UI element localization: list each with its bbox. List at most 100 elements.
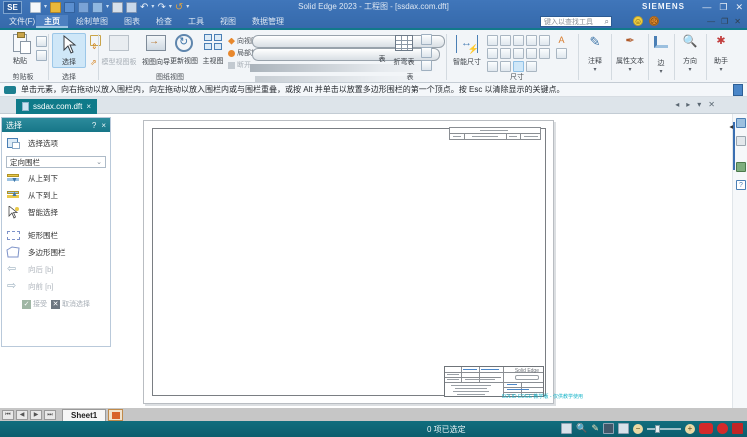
tab-scroll-right-icon[interactable]: ▸	[686, 100, 690, 109]
document-tab-active[interactable]: ssdax.com.dft ×	[16, 99, 97, 114]
center-mark-icon[interactable]	[526, 61, 537, 72]
tab-list-dropdown-icon[interactable]: ▾	[697, 100, 701, 109]
child-close-button[interactable]: ✕	[734, 15, 741, 28]
zoom-in-icon[interactable]: +	[685, 424, 695, 434]
tab-close-icon[interactable]: ✕	[708, 100, 715, 109]
fence-dimension-icon-selected[interactable]	[513, 61, 524, 72]
revision-table[interactable]	[449, 127, 541, 140]
zoom-area-icon[interactable]: 🔍	[576, 423, 587, 434]
tab-data-management[interactable]: 数据管理	[244, 15, 292, 28]
select-fence-icon[interactable]: ⇗	[90, 52, 101, 63]
leader-icon[interactable]	[487, 48, 498, 59]
rectangle-fence-item[interactable]: 矩形围栏	[2, 227, 110, 244]
fit-view-icon[interactable]	[561, 423, 572, 434]
drawing-canvas[interactable]: Solid Edge SOLID EDGE 教学版 - 仅供教学使用	[112, 114, 732, 408]
pan-view-icon[interactable]	[603, 423, 614, 434]
title-block[interactable]: Solid Edge SOLID EDGE 教学版 - 仅供教学使用	[444, 366, 544, 397]
tab-sketch[interactable]: 绘制草图	[68, 15, 116, 28]
sad-face-icon[interactable]: ☹	[649, 16, 659, 26]
fence-mode-dropdown[interactable]: 定向围栏 ⌄	[6, 156, 106, 168]
panel-help-icon[interactable]: ?	[92, 121, 96, 130]
next-sheet-icon[interactable]: ▶	[30, 410, 42, 420]
tool-search-input[interactable]: 键入以查找工具 ⌕	[540, 16, 612, 27]
last-sheet-icon[interactable]: ⏭	[44, 410, 56, 420]
annotation-dropdown-icon[interactable]: ▾	[593, 67, 596, 73]
new-sheet-icon[interactable]	[108, 409, 123, 421]
top-down-item[interactable]: ▼ 从上到下	[2, 170, 110, 187]
help-folder-dock-icon[interactable]: ?	[736, 180, 746, 190]
orientation-dropdown-icon[interactable]: ▾	[688, 67, 691, 73]
tab-view[interactable]: 视图	[212, 15, 244, 28]
table-button[interactable]: 表	[372, 56, 392, 64]
video-icon[interactable]	[699, 423, 713, 434]
orientation-button[interactable]: 🔍 方向 ▾	[676, 33, 704, 73]
distance-between-icon[interactable]	[487, 35, 498, 46]
chamfer-dimension-icon[interactable]	[539, 35, 550, 46]
zoom-sketch-icon[interactable]: ✎	[591, 423, 599, 434]
prev-sheet-icon[interactable]: ◀	[16, 410, 28, 420]
select-button[interactable]: 选择	[52, 33, 86, 68]
zoom-slider[interactable]	[647, 428, 681, 430]
revision-table-icon[interactable]	[421, 60, 432, 71]
annotation-button[interactable]: ✎ 注释 ▾	[581, 33, 609, 73]
alert-icon[interactable]	[732, 423, 743, 434]
grid-dock-icon[interactable]	[736, 136, 746, 146]
window-select-icon[interactable]	[618, 423, 629, 434]
prompt-doc-icon[interactable]	[733, 84, 743, 96]
smart-select-item[interactable]: 智能选择	[2, 204, 110, 221]
document-tab-close-icon[interactable]: ×	[86, 102, 91, 111]
sheet-tab[interactable]: Sheet1	[62, 409, 106, 421]
tab-tools[interactable]: 工具	[180, 15, 212, 28]
zoom-out-icon[interactable]: −	[633, 424, 643, 434]
surface-texture-icon[interactable]	[513, 48, 524, 59]
copy-small-icon[interactable]	[36, 50, 47, 61]
child-minimize-button[interactable]: —	[707, 15, 715, 28]
child-restore-button[interactable]: ❐	[721, 15, 728, 28]
edge-condition-icon[interactable]	[539, 48, 550, 59]
select-panel-header[interactable]: 选择 ? ×	[2, 118, 110, 132]
angle-between-icon[interactable]	[500, 35, 511, 46]
property-text-button[interactable]: ✒ 属性文本 ▾	[613, 33, 647, 73]
paste-button[interactable]: 粘贴	[3, 33, 37, 66]
restore-button[interactable]: ❐	[719, 0, 727, 15]
symmetric-diameter-icon[interactable]	[526, 35, 537, 46]
principal-view-button[interactable]: 主视图	[196, 33, 230, 66]
select-visible-icon[interactable]: ⇕	[90, 35, 101, 46]
smart-dimension-button[interactable]: 智能尺寸	[450, 33, 484, 67]
auto-dimension-icon[interactable]: A	[556, 35, 567, 46]
parts-list-icon[interactable]	[421, 34, 432, 45]
polygon-fence-item[interactable]: 多边形围栏	[2, 244, 110, 261]
assistant-button[interactable]: ✱ 助手 ▾	[707, 33, 735, 73]
tab-home[interactable]: 主页	[36, 15, 68, 28]
select-tools-dock-icon[interactable]	[736, 118, 746, 128]
hole-table-icon[interactable]	[421, 47, 432, 58]
bottom-up-item[interactable]: ▲ 从下到上	[2, 187, 110, 204]
record-icon[interactable]	[717, 423, 728, 434]
tab-scroll-left-icon[interactable]: ◂	[675, 100, 679, 109]
edge-button[interactable]: 边 ▾	[649, 33, 673, 75]
happy-face-icon[interactable]: ☺	[633, 16, 643, 26]
select-options-item[interactable]: 选择选项	[2, 132, 110, 154]
weld-symbol-icon[interactable]	[526, 48, 537, 59]
feature-control-frame-icon[interactable]	[556, 48, 567, 59]
first-sheet-icon[interactable]: ⏮	[2, 410, 14, 420]
tab-diagram[interactable]: 图表	[116, 15, 148, 28]
coordinate-dimension-icon[interactable]	[513, 35, 524, 46]
image-dock-icon[interactable]	[736, 162, 746, 172]
cut-icon[interactable]	[36, 36, 47, 47]
edge-dropdown-icon[interactable]: ▾	[659, 69, 662, 75]
tab-inspect[interactable]: 检查	[148, 15, 180, 28]
balloon-icon[interactable]	[500, 48, 511, 59]
property-text-dropdown-icon[interactable]: ▾	[628, 67, 631, 73]
datum-frame-icon[interactable]	[487, 61, 498, 72]
select-panel: 选择 ? × 选择选项 定向围栏 ⌄ ▼ 从上到下 ▲ 从下到上	[1, 117, 111, 347]
zoom-slider-handle[interactable]	[655, 425, 660, 433]
panel-close-icon[interactable]: ×	[101, 121, 106, 130]
bend-table-button[interactable]: 折弯表	[390, 33, 418, 67]
file-menu-button[interactable]: 文件(F)	[5, 15, 39, 28]
minimize-button[interactable]: —	[702, 0, 711, 15]
close-button[interactable]: ✕	[735, 0, 743, 15]
geometry-relate-icon[interactable]	[500, 61, 511, 72]
assistant-dropdown-icon[interactable]: ▾	[719, 67, 722, 73]
drawing-sheet[interactable]: Solid Edge SOLID EDGE 教学版 - 仅供教学使用	[143, 120, 554, 404]
